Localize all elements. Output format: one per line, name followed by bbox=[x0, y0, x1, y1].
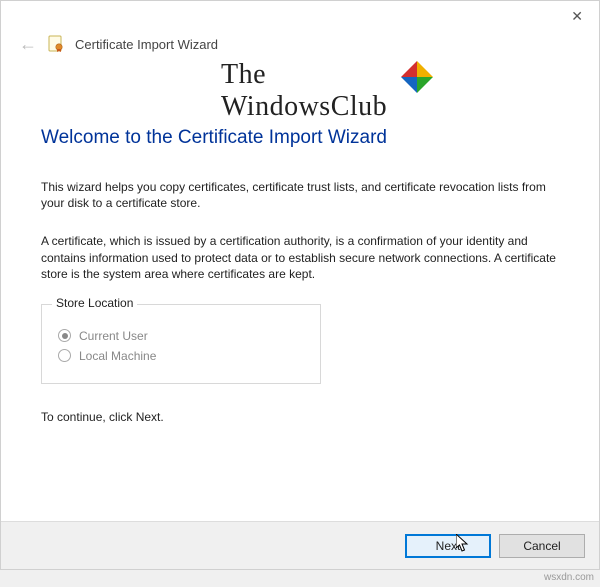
intro-paragraph-2: A certificate, which is issued by a cert… bbox=[41, 233, 559, 282]
store-location-group: Store Location Current User Local Machin… bbox=[41, 304, 321, 384]
radio-current-user: Current User bbox=[58, 329, 304, 343]
next-button[interactable]: Next bbox=[405, 534, 491, 558]
watermark-line1: The bbox=[221, 59, 387, 91]
watermark-logo-icon bbox=[399, 59, 435, 98]
watermark-text: The WindowsClub bbox=[221, 59, 387, 123]
radio-local-machine: Local Machine bbox=[58, 349, 304, 363]
titlebar: ✕ bbox=[1, 1, 599, 31]
back-arrow-icon: ← bbox=[19, 35, 37, 53]
group-legend: Store Location bbox=[52, 296, 137, 310]
header-row: ← Certificate Import Wizard bbox=[1, 31, 599, 61]
radio-icon bbox=[58, 329, 71, 342]
certificate-icon bbox=[47, 35, 65, 53]
cancel-button[interactable]: Cancel bbox=[499, 534, 585, 558]
wizard-title: Certificate Import Wizard bbox=[75, 37, 218, 52]
close-icon[interactable]: ✕ bbox=[563, 4, 591, 29]
wizard-window: ✕ ← Certificate Import Wizard The Window… bbox=[0, 0, 600, 570]
radio-label-local-machine: Local Machine bbox=[79, 349, 156, 363]
continue-hint: To continue, click Next. bbox=[41, 410, 559, 424]
page-heading: Welcome to the Certificate Import Wizard bbox=[41, 127, 559, 149]
footer-bar: Next Cancel bbox=[1, 521, 599, 569]
attribution-text: wsxdn.com bbox=[544, 572, 594, 583]
intro-paragraph-1: This wizard helps you copy certificates,… bbox=[41, 179, 559, 211]
content-area: Welcome to the Certificate Import Wizard… bbox=[1, 127, 599, 424]
radio-label-current-user: Current User bbox=[79, 329, 148, 343]
watermark-line2: WindowsClub bbox=[221, 91, 387, 123]
radio-icon bbox=[58, 349, 71, 362]
